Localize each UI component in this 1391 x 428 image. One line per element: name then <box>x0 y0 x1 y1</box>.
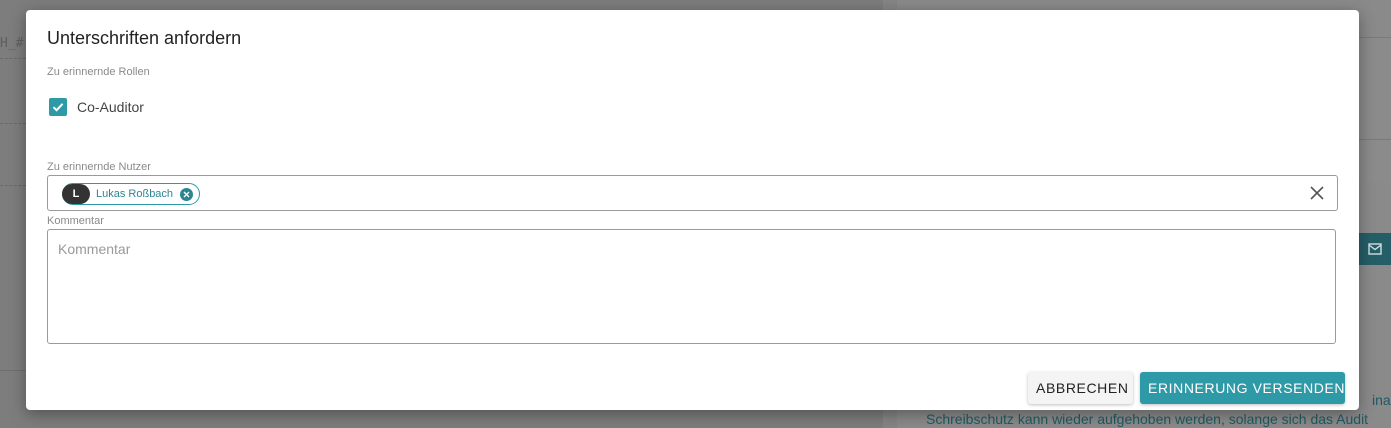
divider <box>0 58 26 59</box>
dialog-title: Unterschriften anfordern <box>47 28 242 48</box>
background-text-fragment: H_# <box>0 36 24 51</box>
users-label: Zu erinnernde Nutzer <box>47 161 151 173</box>
divider <box>0 123 26 124</box>
checkbox[interactable] <box>49 98 67 116</box>
check-icon <box>52 103 64 112</box>
user-chip[interactable]: L Lukas Roßbach <box>62 183 201 205</box>
side-panel-card <box>1359 139 1391 182</box>
divider <box>0 185 26 186</box>
comment-input[interactable] <box>47 229 1336 344</box>
checkbox-label: Co-Auditor <box>77 99 144 115</box>
close-circle-icon[interactable] <box>180 187 194 201</box>
side-panel-card <box>1359 37 1391 138</box>
background-info-text: inale <box>1372 392 1391 408</box>
mail-button <box>1359 233 1391 265</box>
send-reminder-button[interactable]: ERINNERUNG VERSENDEN <box>1140 372 1345 404</box>
avatar: L <box>62 184 90 204</box>
close-icon[interactable] <box>1309 185 1325 201</box>
role-checkbox-co-auditor[interactable]: Co-Auditor <box>49 98 144 116</box>
comment-label: Kommentar <box>47 215 104 227</box>
cancel-button[interactable]: ABBRECHEN <box>1028 372 1133 404</box>
mail-icon <box>1368 243 1382 255</box>
background-info-text: Schreibschutz kann wieder aufgehoben wer… <box>926 411 1369 427</box>
users-select-field[interactable]: L Lukas Roßbach <box>47 175 1338 211</box>
request-signatures-dialog: Unterschriften anfordern Zu erinnernde R… <box>26 10 1359 410</box>
user-chip-label: Lukas Roßbach <box>96 188 174 200</box>
roles-label: Zu erinnernde Rollen <box>47 66 150 78</box>
